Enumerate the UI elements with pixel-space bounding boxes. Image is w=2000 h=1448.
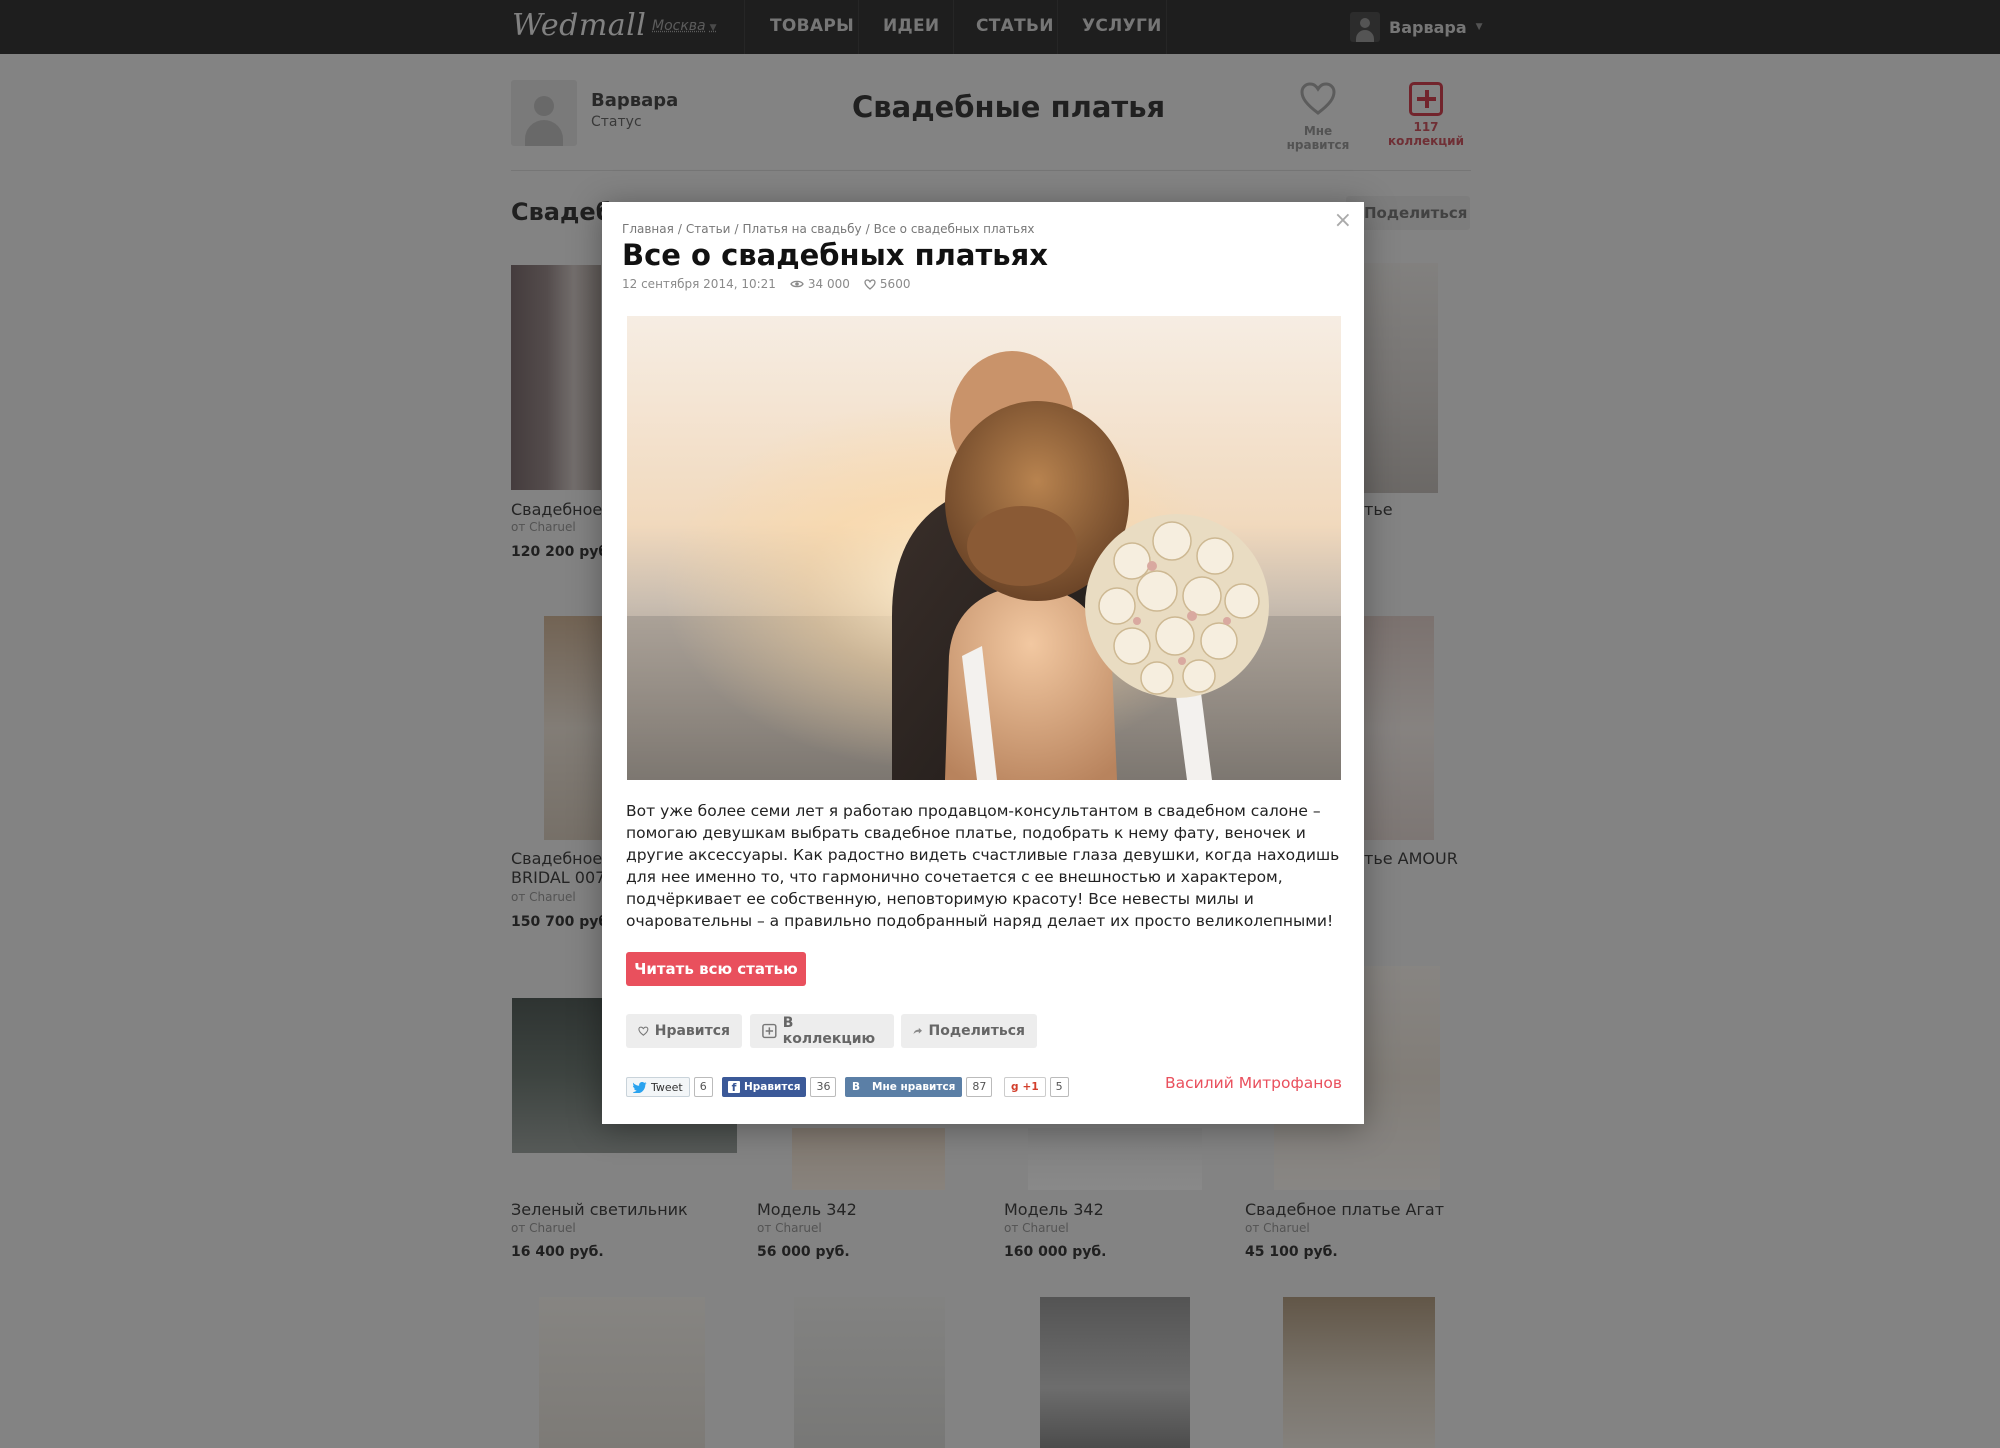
vk-like-widget[interactable]: В Мне нравится 87 bbox=[845, 1076, 993, 1098]
article-excerpt: Вот уже более семи лет я работаю продавц… bbox=[626, 802, 1340, 930]
tweet-button[interactable]: Tweet bbox=[626, 1077, 690, 1097]
gplus-count: 5 bbox=[1049, 1077, 1069, 1097]
breadcrumb-home[interactable]: Главная bbox=[622, 222, 674, 236]
like-button[interactable]: Нравится bbox=[626, 1014, 742, 1048]
facebook-like-widget[interactable]: f Нравится 36 bbox=[722, 1076, 837, 1098]
facebook-icon: f bbox=[728, 1081, 740, 1094]
close-icon[interactable]: × bbox=[1334, 208, 1352, 233]
views-count: 34 000 bbox=[807, 277, 850, 291]
article-meta: 12 сентября 2014, 10:21 34 000 5600 bbox=[622, 277, 910, 291]
tweet-widget[interactable]: Tweet 6 bbox=[626, 1076, 713, 1098]
read-full-article-button[interactable]: Читать всю статью bbox=[626, 952, 806, 986]
share-label: Поделиться bbox=[928, 1023, 1025, 1039]
share-button[interactable]: Поделиться bbox=[901, 1014, 1037, 1048]
twitter-icon bbox=[633, 1081, 647, 1093]
like-label: Нравится bbox=[654, 1023, 730, 1039]
facebook-like-count: 36 bbox=[810, 1077, 837, 1097]
tweet-label: Tweet bbox=[651, 1080, 683, 1094]
tweet-count: 6 bbox=[693, 1077, 713, 1097]
eye-icon bbox=[790, 280, 804, 288]
breadcrumb-current: Все о свадебных платьях bbox=[873, 222, 1035, 236]
vk-icon: В bbox=[852, 1081, 861, 1093]
heart-icon bbox=[638, 1026, 649, 1036]
facebook-like-button[interactable]: f Нравится bbox=[722, 1077, 807, 1097]
vk-like-button[interactable]: В Мне нравится bbox=[845, 1077, 963, 1097]
gplus-widget[interactable]: g +1 5 bbox=[1004, 1076, 1069, 1098]
article-author[interactable]: Василий Митрофанов bbox=[1165, 1074, 1342, 1092]
breadcrumb-articles[interactable]: Статьи bbox=[686, 222, 731, 236]
facebook-like-label: Нравится bbox=[744, 1081, 801, 1093]
plus-square-icon bbox=[762, 1023, 777, 1039]
likes-count: 5600 bbox=[879, 277, 911, 291]
article-modal: × Главная / Статьи / Платья на свадьбу / Все о… bbox=[602, 202, 1364, 1124]
gplus-button[interactable]: g +1 bbox=[1004, 1077, 1046, 1097]
article-date: 12 сентября 2014, 10:21 bbox=[622, 277, 776, 291]
article-title: Все о свадебных платьях bbox=[622, 238, 1048, 272]
heart-icon bbox=[864, 278, 876, 290]
article-hero-image bbox=[627, 316, 1341, 780]
breadcrumb-category[interactable]: Платья на свадьбу bbox=[743, 222, 862, 236]
share-arrow-icon bbox=[913, 1027, 923, 1035]
collection-label: В коллекцию bbox=[782, 1015, 876, 1047]
add-to-collection-button[interactable]: В коллекцию bbox=[750, 1014, 894, 1048]
vk-like-label: Мне нравится bbox=[872, 1081, 956, 1093]
gplus-icon: g bbox=[1011, 1081, 1019, 1093]
breadcrumb: Главная / Статьи / Платья на свадьбу / Все о с… bbox=[622, 222, 1035, 236]
vk-like-count: 87 bbox=[966, 1077, 993, 1097]
gplus-label: +1 bbox=[1022, 1081, 1039, 1093]
